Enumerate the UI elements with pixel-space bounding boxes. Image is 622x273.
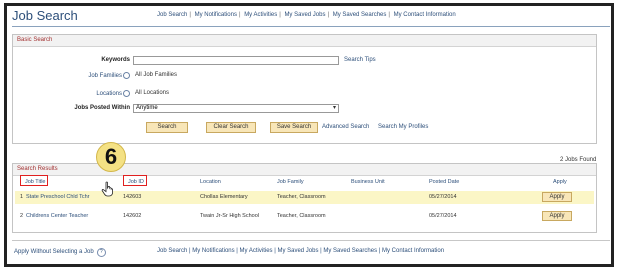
clear-search-button[interactable]: Clear Search bbox=[206, 122, 256, 133]
table-row: 2 Childrens Center Teacher 142602 Twain … bbox=[15, 210, 594, 223]
chevron-down-icon: ▾ bbox=[332, 105, 336, 111]
job-title-link[interactable]: State Preschool Chld Tchr bbox=[26, 194, 90, 200]
row-number: 2 bbox=[20, 213, 24, 219]
nav-my-saved-jobs[interactable]: My Saved Jobs bbox=[284, 12, 325, 18]
save-search-button[interactable]: Save Search bbox=[270, 122, 318, 133]
locations-label[interactable]: Locations bbox=[60, 90, 130, 97]
search-tips-link[interactable]: Search Tips bbox=[344, 57, 376, 63]
posted-date: 05/27/2014 bbox=[429, 194, 457, 200]
step-badge: 6 bbox=[96, 142, 126, 172]
col-business-unit[interactable]: Business Unit bbox=[351, 179, 385, 185]
job-title-highlight bbox=[20, 175, 48, 186]
apply-button[interactable]: Apply bbox=[542, 211, 572, 221]
job-families-value: All Job Families bbox=[135, 72, 178, 78]
hand-pointer-icon bbox=[101, 181, 113, 197]
col-location[interactable]: Location bbox=[200, 179, 221, 185]
search-results-panel: Search Results Job Title Job ID Location… bbox=[12, 163, 597, 233]
job-id-highlight bbox=[123, 175, 147, 186]
search-button[interactable]: Search bbox=[146, 122, 188, 133]
search-my-profiles-link[interactable]: Search My Profiles bbox=[378, 124, 428, 130]
nav-my-activities[interactable]: My Activities bbox=[240, 248, 273, 254]
magnifier-icon[interactable] bbox=[123, 72, 130, 79]
job-id: 142603 bbox=[123, 194, 142, 200]
nav-my-notifications[interactable]: My Notifications bbox=[195, 12, 237, 18]
advanced-search-link[interactable]: Advanced Search bbox=[322, 124, 369, 130]
top-nav: Job Search | My Notifications | My Activit… bbox=[157, 12, 456, 18]
keywords-label: Keywords bbox=[101, 57, 130, 63]
top-divider bbox=[12, 26, 610, 27]
col-apply: Apply bbox=[553, 179, 567, 185]
posted-within-select[interactable]: Anytime ▾ bbox=[133, 104, 339, 113]
nav-my-saved-searches[interactable]: My Saved Searches bbox=[333, 12, 387, 18]
job-id: 142602 bbox=[123, 213, 142, 219]
job-location: Twain Jr-Sr High School bbox=[200, 213, 259, 219]
job-family: Teacher, Classroom bbox=[277, 194, 326, 200]
apply-without-selecting-link[interactable]: Apply Without Selecting a Job bbox=[14, 249, 94, 255]
nav-my-contact-information[interactable]: My Contact Information bbox=[394, 12, 456, 18]
basic-search-header: Basic Search bbox=[13, 35, 596, 47]
nav-job-search[interactable]: Job Search bbox=[157, 248, 187, 254]
nav-my-notifications[interactable]: My Notifications bbox=[192, 248, 234, 254]
job-location: Chollas Elementary bbox=[200, 194, 248, 200]
page-title: Job Search bbox=[12, 8, 78, 23]
nav-my-saved-jobs[interactable]: My Saved Jobs bbox=[277, 248, 318, 254]
help-circle-icon[interactable]: ? bbox=[96, 248, 106, 257]
job-families-label[interactable]: Job Families bbox=[60, 72, 130, 79]
apply-button[interactable]: Apply bbox=[542, 192, 572, 202]
row-number: 1 bbox=[20, 194, 24, 200]
nav-my-activities[interactable]: My Activities bbox=[244, 12, 277, 18]
bottom-nav: Job Search | My Notifications | My Activ… bbox=[157, 248, 445, 254]
nav-my-saved-searches[interactable]: My Saved Searches bbox=[323, 248, 377, 254]
col-posted-date[interactable]: Posted Date bbox=[429, 179, 459, 185]
locations-value: All Locations bbox=[135, 90, 170, 96]
apply-without-job: Apply Without Selecting a Job? bbox=[14, 248, 106, 257]
posted-within-label: Jobs Posted Within bbox=[74, 105, 130, 111]
col-job-family[interactable]: Job Family bbox=[277, 179, 304, 185]
job-family: Teacher, Classroom bbox=[277, 213, 326, 219]
magnifier-icon[interactable] bbox=[123, 90, 130, 97]
job-title-link[interactable]: Childrens Center Teacher bbox=[26, 213, 88, 219]
posted-date: 05/27/2014 bbox=[429, 213, 457, 219]
bottom-divider bbox=[12, 240, 610, 241]
nav-my-contact-information[interactable]: My Contact Information bbox=[382, 248, 444, 254]
nav-job-search[interactable]: Job Search bbox=[157, 12, 187, 18]
keywords-input[interactable] bbox=[133, 56, 339, 65]
